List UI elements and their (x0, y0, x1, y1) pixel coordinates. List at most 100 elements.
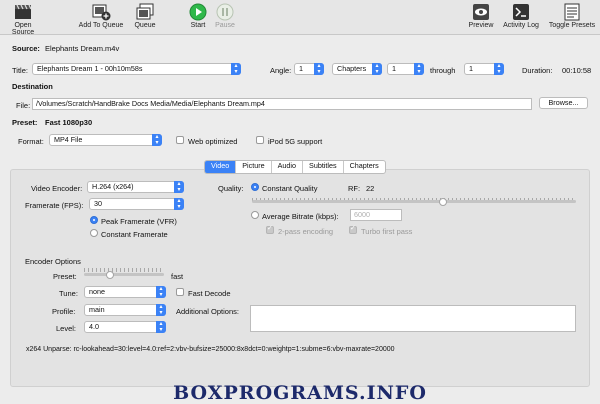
start-button[interactable]: Start (186, 2, 210, 29)
title-popup-value: Elephants Dream 1 - 00h10m58s (37, 64, 143, 73)
angle-popup-value: 1 (299, 64, 303, 73)
chapter-from-value: 1 (392, 64, 396, 73)
tab-chapters[interactable]: Chapters (344, 161, 385, 173)
turbo-first-pass-checkbox[interactable] (349, 224, 357, 234)
range-type-popup[interactable]: Chapters ▴ ▾ (332, 63, 382, 75)
chevron-updown-icon: ▴ ▾ (314, 63, 324, 75)
play-icon (186, 2, 210, 22)
add-to-queue-label: Add To Queue (78, 22, 124, 29)
film-clapper-icon (4, 2, 42, 22)
profile-popup[interactable]: main ▴ ▾ (84, 304, 166, 316)
tab-video[interactable]: Video (205, 161, 237, 173)
video-encoder-popup[interactable]: H.264 (x264) ▴ ▾ (87, 181, 184, 193)
activity-log-label: Activity Log (503, 22, 539, 29)
chevron-updown-icon: ▴ ▾ (231, 63, 241, 75)
tab-picture[interactable]: Picture (236, 161, 272, 173)
profile-value: main (89, 305, 105, 314)
pause-icon (212, 2, 238, 22)
preview-button[interactable]: Preview (466, 2, 496, 29)
angle-popup[interactable]: 1 ▴ ▾ (294, 63, 324, 75)
chevron-updown-icon: ▴ ▾ (174, 181, 184, 193)
profile-label: Profile: (52, 307, 76, 316)
rf-value: 22 (366, 184, 375, 193)
chevron-updown-icon: ▴ ▾ (372, 63, 382, 75)
chapter-to-popup[interactable]: 1 ▴ ▾ (464, 63, 504, 75)
encoder-preset-slider[interactable] (84, 273, 164, 276)
chevron-updown-icon: ▴ ▾ (156, 304, 166, 316)
title-popup[interactable]: Elephants Dream 1 - 00h10m58s ▴ ▾ (32, 63, 241, 75)
chevron-updown-icon: ▴ ▾ (156, 286, 166, 298)
constant-quality-radio[interactable] (251, 183, 259, 191)
framerate-popup[interactable]: 30 ▴ ▾ (89, 198, 184, 210)
constant-quality-label: Constant Quality (262, 184, 318, 193)
file-path-field[interactable]: /Volumes/Scratch/HandBrake Docs Media/Me… (32, 98, 532, 110)
format-popup-value: MP4 File (54, 135, 83, 144)
pause-button[interactable]: Pause (212, 2, 238, 29)
bitrate-placeholder: 6000 (354, 210, 370, 219)
ipod-support-label: iPod 5G support (268, 137, 323, 146)
add-to-queue-button[interactable]: Add To Queue (76, 2, 126, 29)
encoder-preset-value: fast (171, 272, 184, 281)
through-label: through (430, 66, 456, 75)
level-value: 4.0 (89, 322, 99, 331)
toolbar: Open Source Add To Queue Queue Start Pau… (0, 0, 600, 36)
tune-value: none (89, 287, 105, 296)
chapter-from-popup[interactable]: 1 ▴ ▾ (387, 63, 424, 75)
tune-label: Tune: (59, 289, 78, 298)
two-pass-label: 2-pass encoding (278, 227, 334, 236)
additional-options-label: Additional Options: (176, 307, 239, 316)
chevron-updown-icon: ▴ ▾ (494, 63, 504, 75)
constant-framerate-radio[interactable] (90, 229, 98, 237)
tune-popup[interactable]: none ▴ ▾ (84, 286, 166, 298)
preset-label: Preset: (12, 118, 38, 127)
turbo-first-pass-label: Turbo first pass (361, 227, 413, 236)
preset-value: Fast 1080p30 (45, 118, 93, 127)
ipod-support-checkbox[interactable] (256, 136, 264, 144)
source-label: Source: (12, 44, 40, 53)
queue-icon (131, 2, 159, 22)
encoder-options-heading: Encoder Options (25, 257, 81, 266)
range-type-value: Chapters (337, 64, 367, 73)
destination-heading: Destination (12, 82, 53, 91)
source-value: Elephants Dream.m4v (45, 44, 120, 53)
queue-button[interactable]: Queue (131, 2, 159, 29)
fast-decode-checkbox[interactable] (176, 288, 184, 296)
file-label: File: (16, 101, 31, 110)
fast-decode-label: Fast Decode (188, 289, 231, 298)
toggle-presets-label: Toggle Presets (548, 22, 596, 29)
chevron-updown-icon: ▴ ▾ (156, 321, 166, 333)
two-pass-checkbox[interactable] (266, 224, 274, 234)
activity-log-button[interactable]: Activity Log (499, 2, 543, 29)
queue-label: Queue (134, 22, 156, 29)
average-bitrate-radio[interactable] (251, 211, 259, 219)
open-source-button[interactable]: Open Source (4, 2, 42, 36)
encoder-preset-label: Preset: (53, 272, 77, 281)
quality-label: Quality: (218, 184, 244, 193)
tab-subtitles[interactable]: Subtitles (303, 161, 344, 173)
level-label: Level: (56, 324, 77, 333)
bitrate-field[interactable]: 6000 (350, 209, 402, 221)
browse-button[interactable]: Browse... (539, 97, 588, 109)
chevron-updown-icon: ▴ ▾ (152, 134, 162, 146)
encoder-preset-ticks (84, 268, 164, 272)
average-bitrate-label: Average Bitrate (kbps): (262, 212, 339, 221)
eye-icon (466, 2, 496, 22)
title-label: Title: (12, 66, 28, 75)
start-label: Start (190, 22, 206, 29)
level-popup[interactable]: 4.0 ▴ ▾ (84, 321, 166, 333)
format-popup[interactable]: MP4 File ▴ ▾ (49, 134, 162, 146)
terminal-icon (499, 2, 543, 22)
web-optimized-checkbox[interactable] (176, 136, 184, 144)
file-path-value: /Volumes/Scratch/HandBrake Docs Media/Me… (36, 99, 265, 108)
add-queue-icon (76, 2, 126, 22)
tab-audio[interactable]: Audio (272, 161, 304, 173)
quality-slider[interactable] (252, 200, 576, 203)
x264-unparse-text: x264 Unparse: rc-lookahead=30:level=4.0:… (26, 346, 395, 353)
additional-options-textarea[interactable] (250, 305, 576, 332)
watermark-text: BOXPROGRAMS.INFO (173, 382, 427, 404)
settings-tabs: Video Picture Audio Subtitles Chapters (204, 160, 386, 174)
rf-label: RF: (348, 184, 361, 193)
chevron-updown-icon: ▴ ▾ (414, 63, 424, 75)
peak-framerate-radio[interactable] (90, 216, 98, 224)
toggle-presets-button[interactable]: Toggle Presets (546, 2, 598, 29)
